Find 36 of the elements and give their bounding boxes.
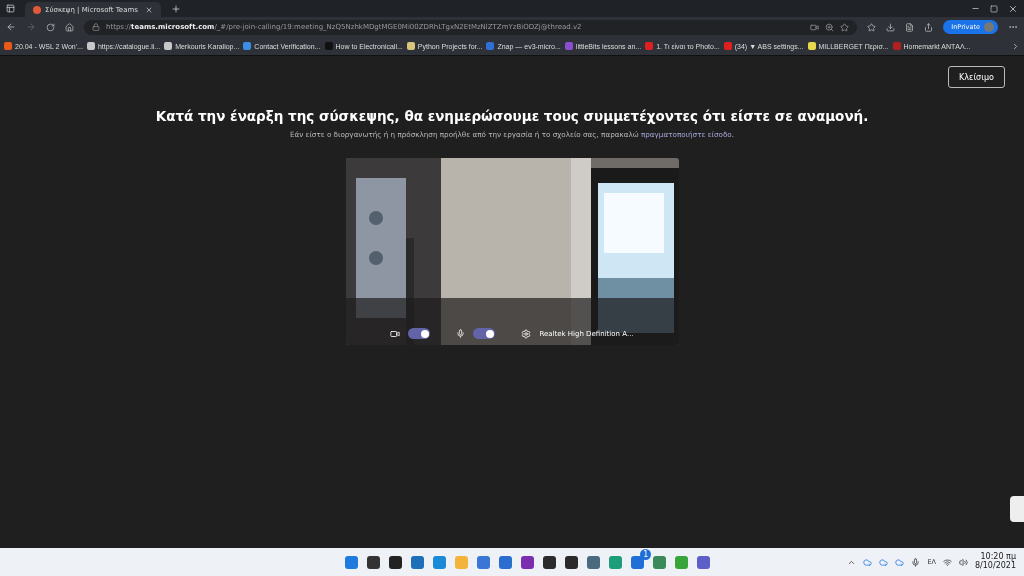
app-icon[interactable] (367, 555, 381, 569)
camera-icon[interactable] (810, 22, 820, 32)
home-icon[interactable] (65, 22, 74, 32)
network-icon[interactable] (942, 557, 952, 567)
mic-icon (456, 329, 466, 338)
collections-icon[interactable] (905, 22, 915, 32)
chevron-icon[interactable] (1011, 41, 1020, 51)
camera-toggle[interactable] (408, 328, 431, 339)
camera-icon (390, 328, 401, 339)
app-icon[interactable] (543, 555, 557, 569)
tabs-icon[interactable] (6, 4, 15, 13)
close-icon[interactable] (1008, 3, 1018, 14)
share-icon[interactable] (924, 22, 934, 32)
clock-time[interactable]: 10:20 πμ (980, 553, 1016, 562)
app-icon[interactable] (565, 555, 579, 569)
star-icon[interactable] (840, 22, 850, 32)
new-tab-icon[interactable] (171, 3, 181, 14)
volume-icon[interactable] (958, 557, 968, 567)
notification-badge: 1 (640, 548, 652, 560)
close-tab-icon[interactable] (145, 5, 153, 14)
zoom-icon[interactable] (825, 22, 835, 32)
heading: Κατά την έναρξη της σύσκεψης, θα ενημερώσουμε τους συμμετέχοντες ότι είστε σε αναμονή. (155, 108, 869, 124)
app-icon[interactable] (389, 555, 403, 569)
mic-icon[interactable] (911, 557, 921, 567)
avatar-icon (984, 22, 994, 32)
clock-date[interactable]: 8/10/2021 (974, 562, 1016, 571)
back-icon[interactable] (6, 22, 16, 32)
refresh-icon[interactable] (46, 22, 55, 32)
mic-toggle[interactable] (473, 328, 496, 339)
download-icon[interactable] (886, 22, 896, 32)
close-button[interactable]: Κλείσιμο (948, 66, 1005, 88)
favorites-icon[interactable] (867, 22, 877, 32)
app-icon[interactable] (521, 555, 535, 569)
maximize-icon[interactable] (990, 4, 998, 13)
settings-icon[interactable] (521, 328, 532, 339)
lock-icon (92, 23, 100, 31)
